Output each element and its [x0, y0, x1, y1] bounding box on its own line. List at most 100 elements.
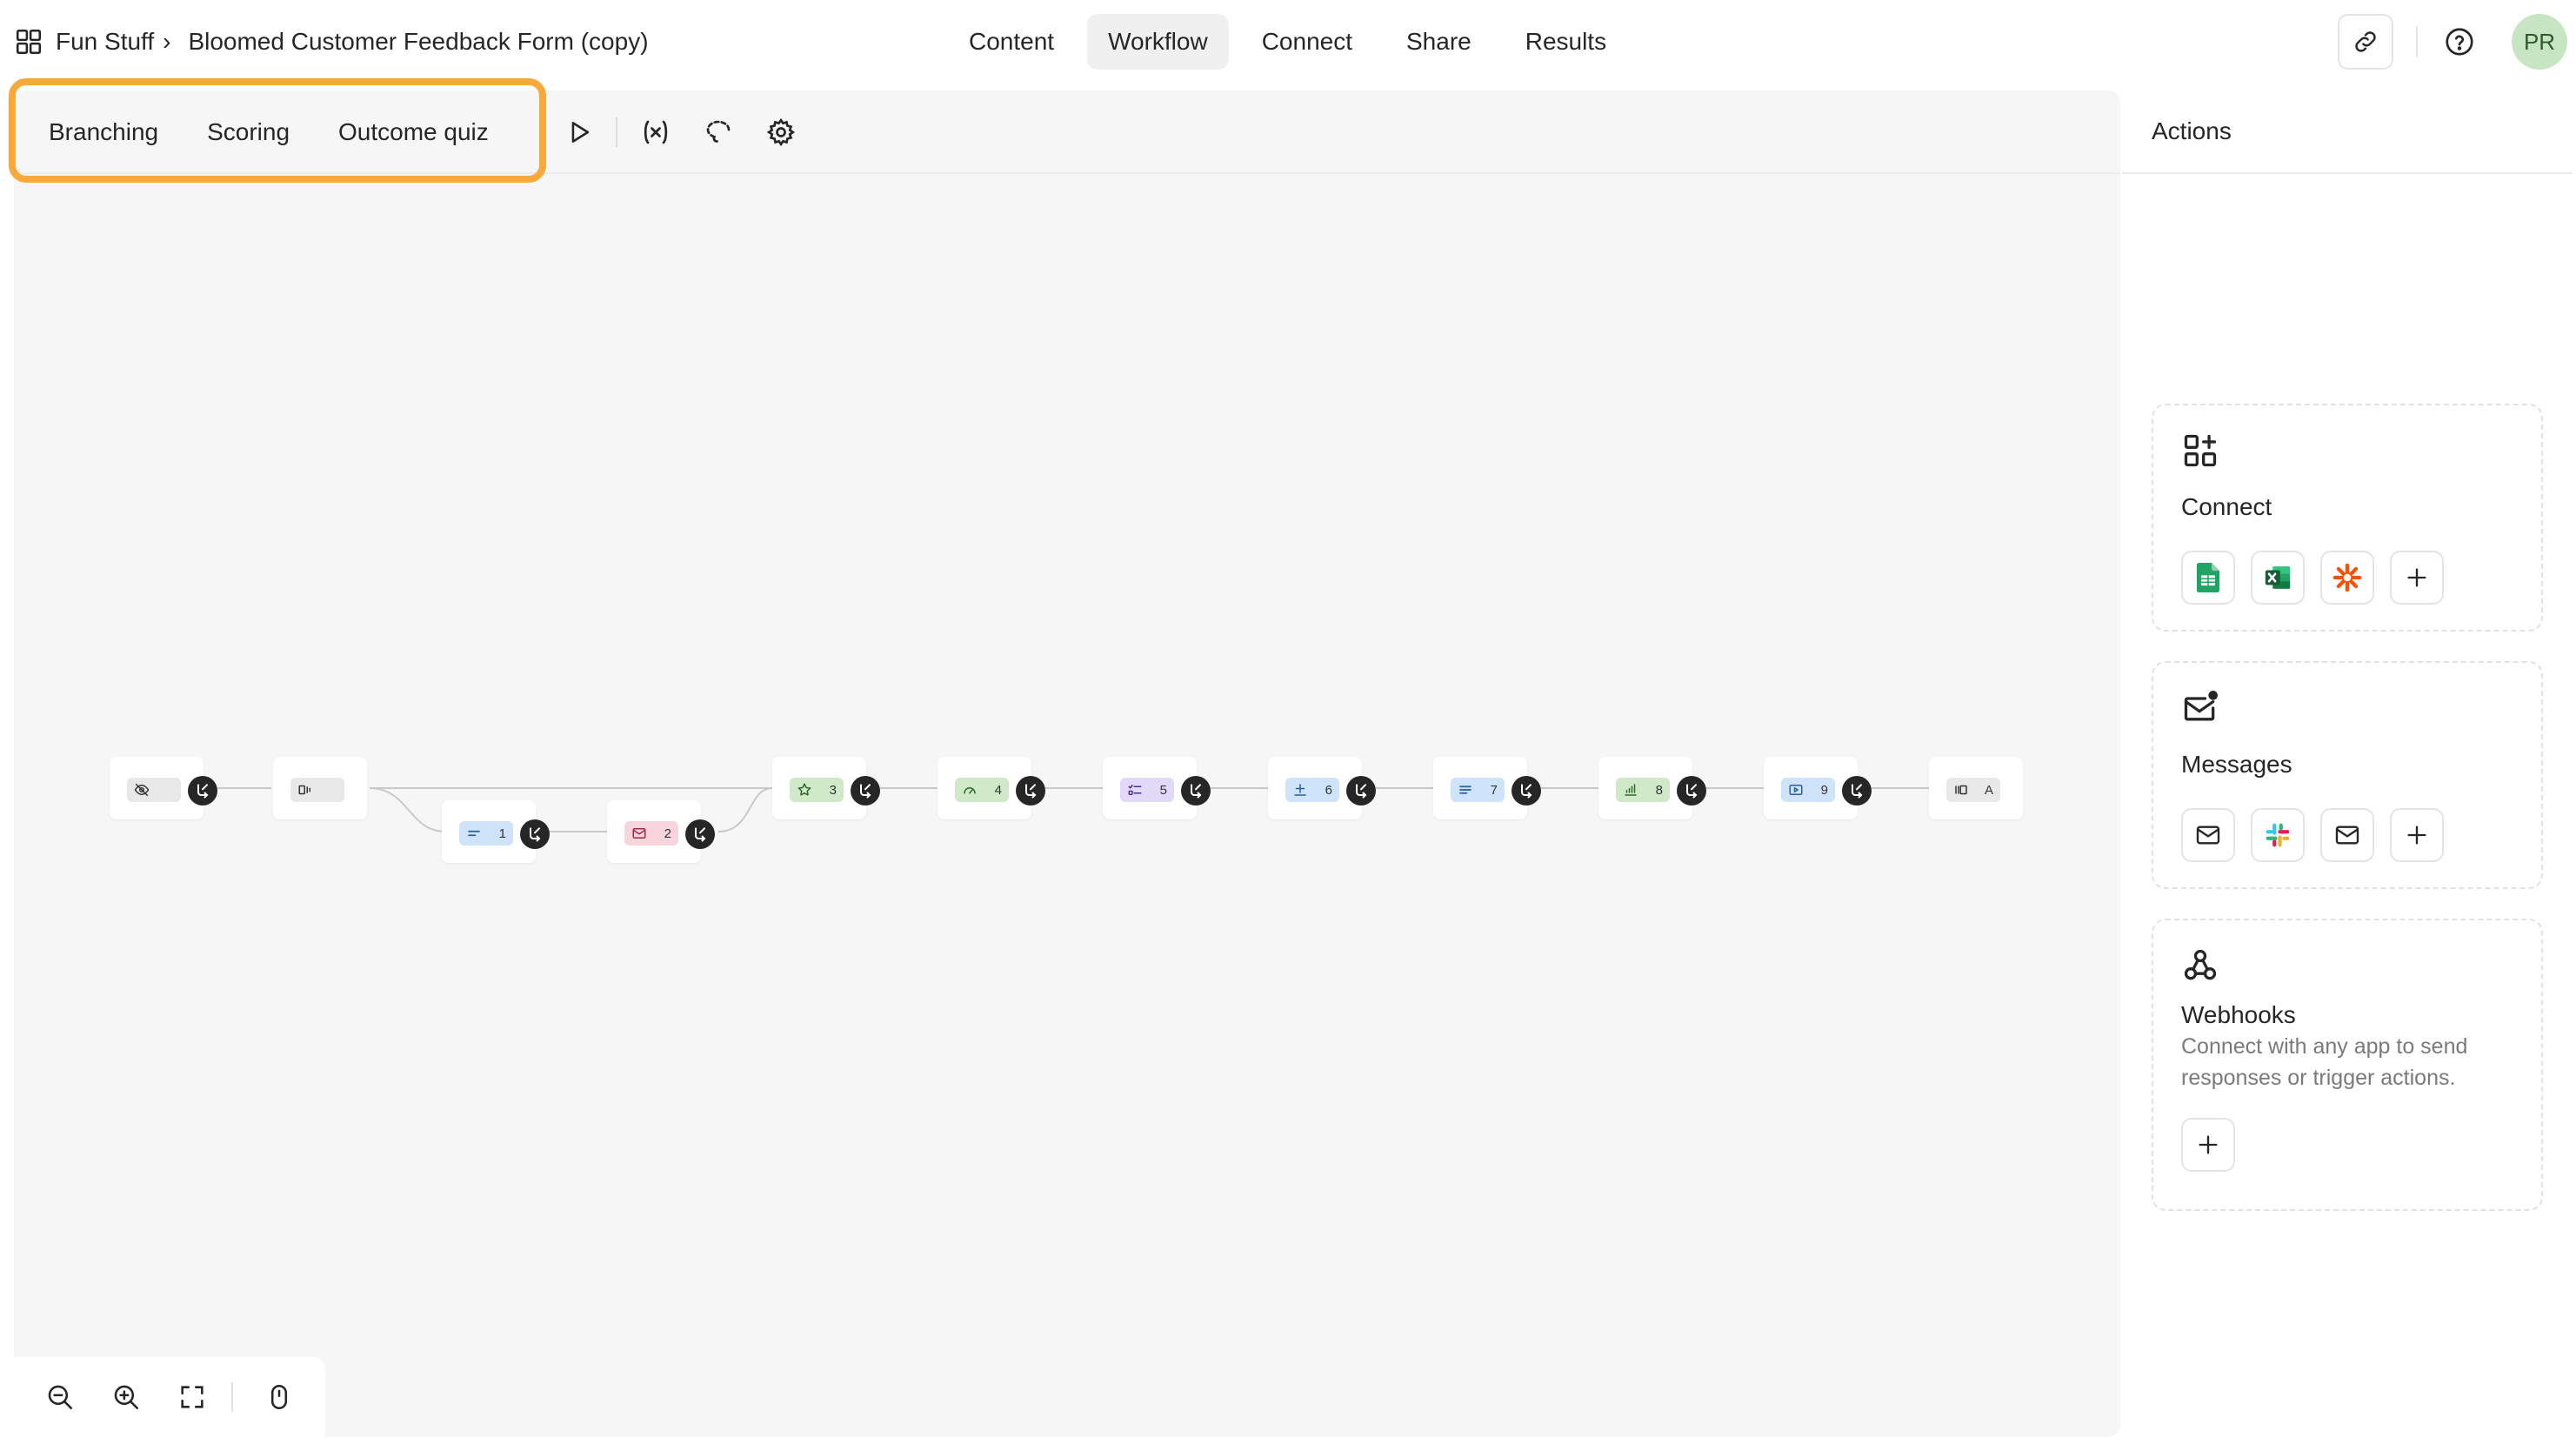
node-pill: A: [1946, 778, 2000, 802]
logic-history-button[interactable]: [696, 110, 741, 155]
node-label: A: [1984, 782, 1993, 798]
zoom-in-icon: [114, 1385, 139, 1410]
help-icon: [2446, 28, 2473, 56]
branch-button[interactable]: [520, 819, 550, 849]
email-notification-button[interactable]: [2181, 808, 2235, 862]
preview-button[interactable]: [557, 110, 602, 155]
short-text-icon: [468, 830, 480, 837]
form-title[interactable]: Bloomed Customer Feedback Form (copy): [188, 28, 648, 56]
add-webhook-button[interactable]: [2181, 1118, 2235, 1172]
branch-button[interactable]: [1512, 776, 1541, 806]
gear-icon: [766, 117, 796, 147]
flow-node-statement[interactable]: [273, 757, 367, 819]
fullscreen-icon: [181, 1386, 204, 1408]
connect-apps: [2181, 551, 2513, 605]
respondent-email-button[interactable]: [2320, 808, 2374, 862]
email-icon: [2196, 826, 2220, 845]
branch-button[interactable]: [1842, 776, 1872, 806]
zapier-button[interactable]: [2320, 551, 2374, 605]
branch-button[interactable]: [1677, 776, 1706, 806]
workflow-settings-button[interactable]: [758, 110, 804, 155]
number-icon: [1294, 784, 1306, 796]
node-label: 3: [829, 782, 837, 798]
flow-node-q2[interactable]: 2: [607, 800, 715, 863]
excel-icon: [2265, 566, 2291, 589]
zoom-divider: [231, 1382, 233, 1412]
excel-button[interactable]: [2251, 551, 2305, 605]
flow-node-q9[interactable]: 9: [1764, 757, 1872, 819]
workflow-tools: [557, 90, 821, 174]
node-pill: 6: [1285, 778, 1339, 802]
node-label: 8: [1655, 782, 1663, 798]
node-label: 5: [1159, 782, 1167, 798]
node-label: 2: [664, 826, 671, 841]
branch-icon: [1686, 784, 1698, 799]
play-icon: [571, 122, 590, 143]
branch-button[interactable]: [1181, 776, 1211, 806]
branch-icon: [197, 784, 209, 799]
flow-node-welcome[interactable]: [110, 757, 217, 819]
tabs-highlight-outline: [9, 78, 546, 183]
tab-workflow[interactable]: Workflow: [1087, 14, 1229, 70]
branch-button[interactable]: [851, 776, 880, 806]
flow-node-q8[interactable]: 8: [1598, 757, 1706, 819]
tab-content[interactable]: Content: [948, 14, 1075, 70]
link-icon: [2355, 31, 2376, 52]
branch-icon: [695, 827, 706, 842]
messages-card: Messages: [2152, 661, 2543, 889]
zoom-in-button[interactable]: [106, 1375, 146, 1419]
workspace-grid-icon[interactable]: [14, 27, 43, 57]
branch-icon: [1356, 784, 1367, 799]
branch-icon: [530, 827, 541, 842]
branch-icon: [1025, 784, 1037, 799]
flow-node-q6[interactable]: 6: [1268, 757, 1376, 819]
statement-icon: [298, 785, 310, 795]
breadcrumb-workspace[interactable]: Fun Stuff: [56, 28, 154, 56]
video-icon: [1789, 785, 1803, 795]
tab-connect[interactable]: Connect: [1241, 14, 1373, 70]
node-pill: 3: [790, 778, 844, 802]
fit-view-button[interactable]: [172, 1375, 212, 1419]
slack-icon: [2266, 823, 2290, 847]
add-message-button[interactable]: [2390, 808, 2444, 862]
variables-button[interactable]: [633, 110, 678, 155]
node-label: 1: [498, 826, 506, 841]
flow-node-q7[interactable]: 7: [1433, 757, 1541, 819]
breadcrumb-separator: ›: [163, 28, 171, 55]
node-pill: 2: [624, 821, 678, 846]
branch-button[interactable]: [188, 776, 217, 806]
toolbar-divider: [616, 117, 617, 147]
add-connection-button[interactable]: [2390, 551, 2444, 605]
multiple-choice-icon: [1128, 785, 1142, 795]
zoom-out-button[interactable]: [40, 1375, 80, 1419]
breadcrumb: Fun Stuff › Bloomed Customer Feedback Fo…: [14, 0, 649, 84]
branch-icon: [1521, 784, 1532, 799]
google-sheets-button[interactable]: [2181, 551, 2235, 605]
branch-button[interactable]: [685, 819, 715, 849]
email-icon: [2335, 826, 2359, 845]
connect-card: Connect: [2152, 404, 2543, 632]
copy-link-button[interactable]: [2338, 14, 2393, 70]
flow-node-ending[interactable]: A: [1929, 757, 2023, 819]
top-right-tools: PR: [2338, 14, 2576, 70]
mouse-icon: [270, 1384, 288, 1410]
webhooks-actions: [2181, 1118, 2513, 1172]
apps-add-icon: [2184, 434, 2217, 467]
node-pill: 7: [1451, 778, 1505, 802]
help-button[interactable]: [2440, 23, 2479, 61]
avatar[interactable]: PR: [2512, 14, 2567, 70]
branch-button[interactable]: [1346, 776, 1376, 806]
tab-share[interactable]: Share: [1385, 14, 1492, 70]
branch-icon: [1191, 784, 1202, 799]
flow-node-q3[interactable]: 3: [772, 757, 880, 819]
node-pill: 5: [1120, 778, 1174, 802]
flow-node-q4[interactable]: 4: [938, 757, 1045, 819]
slack-button[interactable]: [2251, 808, 2305, 862]
flow-node-q1[interactable]: 1: [442, 800, 550, 863]
branch-button[interactable]: [1016, 776, 1045, 806]
tab-results[interactable]: Results: [1505, 14, 1627, 70]
toolbar-divider: [2416, 26, 2418, 57]
branch-icon: [860, 784, 871, 799]
scroll-mode-button[interactable]: [259, 1375, 299, 1419]
flow-node-q5[interactable]: 5: [1103, 757, 1211, 819]
